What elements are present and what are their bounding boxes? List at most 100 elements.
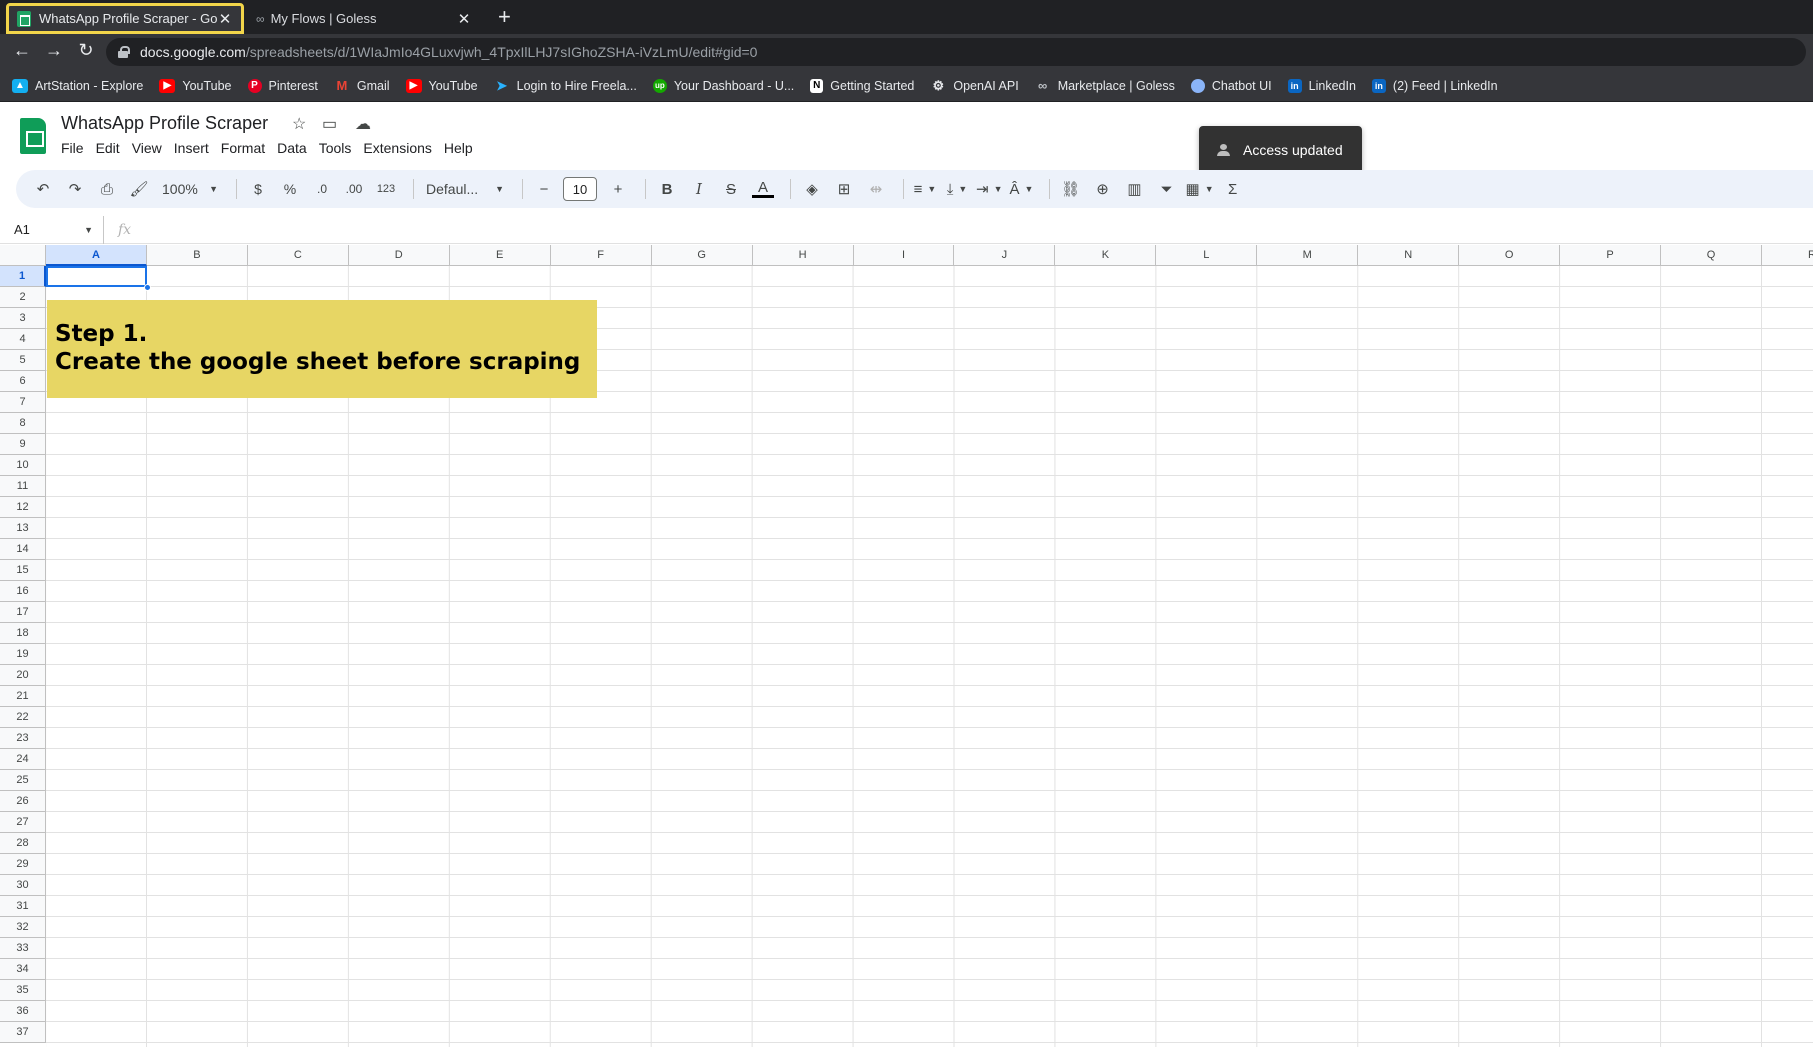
zoom-select[interactable]: 100% ▼ [158, 176, 222, 202]
increase-font-size-button[interactable]: + [605, 176, 631, 202]
column-header-r[interactable]: R [1761, 245, 1813, 266]
number-format-button[interactable]: 123 [373, 176, 399, 202]
row-header-12[interactable]: 12 [0, 497, 46, 518]
percent-format-button[interactable]: % [277, 176, 303, 202]
column-header-f[interactable]: F [550, 245, 652, 266]
decrease-font-size-button[interactable]: − [531, 176, 557, 202]
close-icon[interactable]: ✕ [217, 10, 233, 28]
bookmark-notion[interactable]: N Getting Started [810, 78, 914, 93]
column-header-a[interactable]: A [46, 245, 147, 266]
borders-icon[interactable]: ⊞ [831, 176, 857, 202]
row-header-31[interactable]: 31 [0, 896, 46, 917]
row-header-10[interactable]: 10 [0, 455, 46, 476]
column-header-o[interactable]: O [1459, 245, 1561, 266]
row-header-20[interactable]: 20 [0, 665, 46, 686]
increase-decimal-button[interactable]: .00 [341, 176, 367, 202]
column-header-q[interactable]: Q [1661, 245, 1762, 266]
menu-tools[interactable]: Tools [319, 140, 352, 156]
italic-button[interactable]: I [686, 176, 712, 202]
tab-whatsapp-scraper[interactable]: WhatsApp Profile Scraper - Goog ✕ [6, 3, 244, 34]
row-header-27[interactable]: 27 [0, 812, 46, 833]
row-header-19[interactable]: 19 [0, 644, 46, 665]
horizontal-align-icon[interactable]: ≡ ▼ [912, 176, 938, 202]
forward-arrow-icon[interactable]: → [42, 40, 66, 61]
reload-icon[interactable]: ↻ [74, 40, 98, 61]
bookmark-linkedin[interactable]: in LinkedIn [1287, 78, 1356, 93]
row-header-7[interactable]: 7 [0, 392, 46, 413]
row-header-29[interactable]: 29 [0, 854, 46, 875]
column-header-n[interactable]: N [1358, 245, 1460, 266]
menu-help[interactable]: Help [444, 140, 473, 156]
strikethrough-button[interactable]: S [718, 176, 744, 202]
column-header-l[interactable]: L [1156, 245, 1258, 266]
functions-button[interactable]: Σ [1220, 176, 1246, 202]
cloud-status-icon[interactable]: ☁ [355, 114, 371, 134]
row-header-6[interactable]: 6 [0, 371, 46, 392]
menu-data[interactable]: Data [277, 140, 307, 156]
font-size-input[interactable]: 10 [563, 177, 597, 201]
insert-comment-icon[interactable]: ⊕ [1090, 176, 1116, 202]
undo-icon[interactable]: ↶ [30, 176, 56, 202]
menu-insert[interactable]: Insert [174, 140, 209, 156]
column-header-j[interactable]: J [954, 245, 1056, 266]
row-header-32[interactable]: 32 [0, 917, 46, 938]
bookmark-pinterest[interactable]: P Pinterest [247, 78, 318, 93]
column-header-m[interactable]: M [1257, 245, 1359, 266]
menu-format[interactable]: Format [221, 140, 265, 156]
tab-my-flows[interactable]: ∞ My Flows | Goless ✕ [248, 3, 480, 34]
row-header-2[interactable]: 2 [0, 287, 46, 308]
print-icon[interactable]: ⎙ [94, 176, 120, 202]
row-header-4[interactable]: 4 [0, 329, 46, 350]
column-header-h[interactable]: H [752, 245, 854, 266]
row-header-15[interactable]: 15 [0, 560, 46, 581]
select-all-corner[interactable] [0, 245, 46, 266]
insert-link-icon[interactable]: ⛓ [1058, 176, 1084, 202]
font-family-select[interactable]: Defaul... ▼ [422, 176, 508, 202]
row-header-23[interactable]: 23 [0, 728, 46, 749]
column-header-c[interactable]: C [247, 245, 349, 266]
row-header-22[interactable]: 22 [0, 707, 46, 728]
instruction-note-box[interactable]: Step 1. Create the google sheet before s… [47, 300, 597, 398]
text-rotation-icon[interactable]: Â ▼ [1009, 176, 1035, 202]
menu-file[interactable]: File [61, 140, 84, 156]
column-header-b[interactable]: B [146, 245, 248, 266]
column-header-g[interactable]: G [651, 245, 753, 266]
column-header-d[interactable]: D [348, 245, 450, 266]
row-header-17[interactable]: 17 [0, 602, 46, 623]
column-header-i[interactable]: I [853, 245, 955, 266]
bookmark-openai[interactable]: ⚙ OpenAI API [930, 78, 1019, 93]
row-header-30[interactable]: 30 [0, 875, 46, 896]
row-header-26[interactable]: 26 [0, 791, 46, 812]
paint-format-icon[interactable]: 🖌 [126, 176, 152, 202]
back-arrow-icon[interactable]: ← [10, 40, 34, 61]
fill-color-icon[interactable]: ◈ [799, 176, 825, 202]
menu-extensions[interactable]: Extensions [363, 140, 431, 156]
row-header-21[interactable]: 21 [0, 686, 46, 707]
active-cell-a1[interactable] [46, 266, 147, 287]
bookmark-goless[interactable]: ∞ Marketplace | Goless [1035, 78, 1175, 93]
menu-view[interactable]: View [132, 140, 162, 156]
row-header-18[interactable]: 18 [0, 623, 46, 644]
vertical-align-icon[interactable]: ⤓ ▼ [944, 176, 970, 202]
text-wrapping-icon[interactable]: ⇥ ▼ [976, 176, 1003, 202]
new-tab-button[interactable]: + [498, 5, 511, 29]
row-header-36[interactable]: 36 [0, 1001, 46, 1022]
column-header-k[interactable]: K [1055, 245, 1157, 266]
merge-cells-icon[interactable]: ⇹ [863, 176, 889, 202]
column-header-p[interactable]: P [1560, 245, 1662, 266]
row-header-11[interactable]: 11 [0, 476, 46, 497]
row-header-25[interactable]: 25 [0, 770, 46, 791]
filter-icon[interactable]: ⏷ [1154, 176, 1180, 202]
redo-icon[interactable]: ↷ [62, 176, 88, 202]
bookmark-youtube-2[interactable]: ▶ YouTube [405, 78, 478, 93]
fill-handle[interactable] [144, 284, 151, 291]
close-icon[interactable]: ✕ [456, 10, 472, 28]
row-header-33[interactable]: 33 [0, 938, 46, 959]
row-header-9[interactable]: 9 [0, 434, 46, 455]
row-header-16[interactable]: 16 [0, 581, 46, 602]
row-header-13[interactable]: 13 [0, 518, 46, 539]
insert-chart-icon[interactable]: ▥ [1122, 176, 1148, 202]
row-header-28[interactable]: 28 [0, 833, 46, 854]
bookmark-artstation[interactable]: ▲ ArtStation - Explore [12, 78, 143, 93]
decrease-decimal-button[interactable]: .0 [309, 176, 335, 202]
